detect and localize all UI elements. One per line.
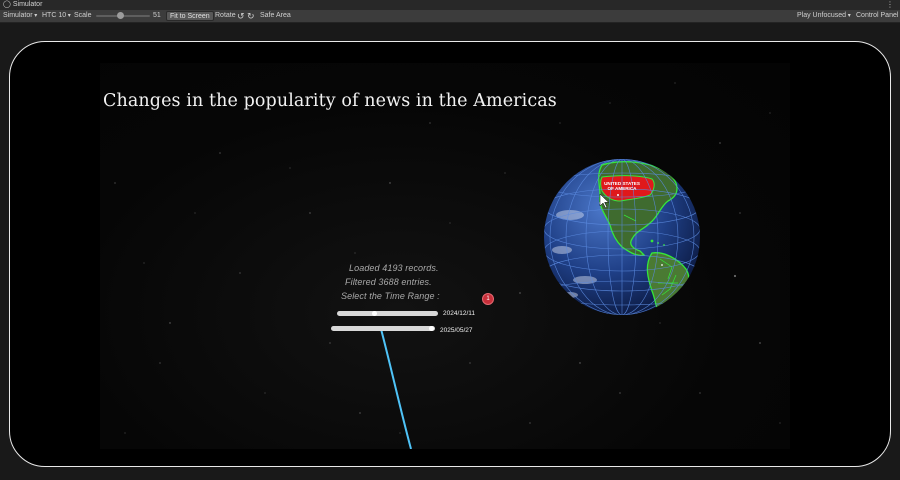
safe-area-toggle[interactable]: Safe Area — [260, 10, 291, 22]
game-view[interactable]: Changes in the popularity of news in the… — [100, 63, 790, 449]
end-date-slider[interactable] — [331, 326, 435, 331]
rotate-label: Rotate — [215, 12, 236, 19]
mode-dropdown[interactable]: Simulator — [3, 10, 37, 22]
scale-label: Scale — [74, 12, 92, 19]
window-title-bar: ◯ Simulator ⋮ — [0, 0, 900, 10]
device-dropdown[interactable]: HTC 10 — [42, 10, 71, 22]
rotate-right-icon[interactable]: ↻ — [247, 10, 255, 22]
scale-value: 51 — [153, 12, 161, 19]
control-panel-button[interactable]: Control Panel — [856, 10, 898, 22]
simulator-tab-icon: ◯ — [3, 1, 11, 8]
filtered-entries-text: Filtered 3688 entries. — [345, 277, 432, 287]
rotate-left-icon[interactable]: ↺ — [237, 10, 245, 22]
end-date-value: 2025/05/27 — [440, 327, 473, 334]
end-date-handle[interactable] — [429, 326, 434, 331]
time-range-prompt: Select the Time Range : — [341, 291, 440, 301]
simulator-tab[interactable]: ◯ Simulator — [3, 0, 42, 10]
start-date-slider[interactable] — [337, 311, 438, 316]
start-date-handle[interactable] — [372, 311, 377, 316]
scale-slider-handle[interactable] — [117, 12, 124, 19]
map-pin-marker[interactable]: 1 — [482, 293, 494, 305]
start-date-value: 2024/12/11 — [443, 310, 476, 317]
loaded-records-text: Loaded 4193 records. — [349, 263, 439, 273]
usa-label-line2: OF AMERICA — [608, 186, 638, 191]
more-options-icon[interactable]: ⋮ — [886, 0, 894, 10]
fit-to-screen-button[interactable]: Fit to Screen — [166, 11, 214, 21]
americas-globe[interactable]: UNITED STATES OF AMERICA — [540, 155, 705, 320]
simulator-toolbar: Simulator HTC 10 Scale 51 Fit to Screen … — [0, 10, 900, 23]
play-mode-dropdown[interactable]: Play Unfocused — [797, 10, 851, 22]
window-title: Simulator — [12, 1, 43, 8]
